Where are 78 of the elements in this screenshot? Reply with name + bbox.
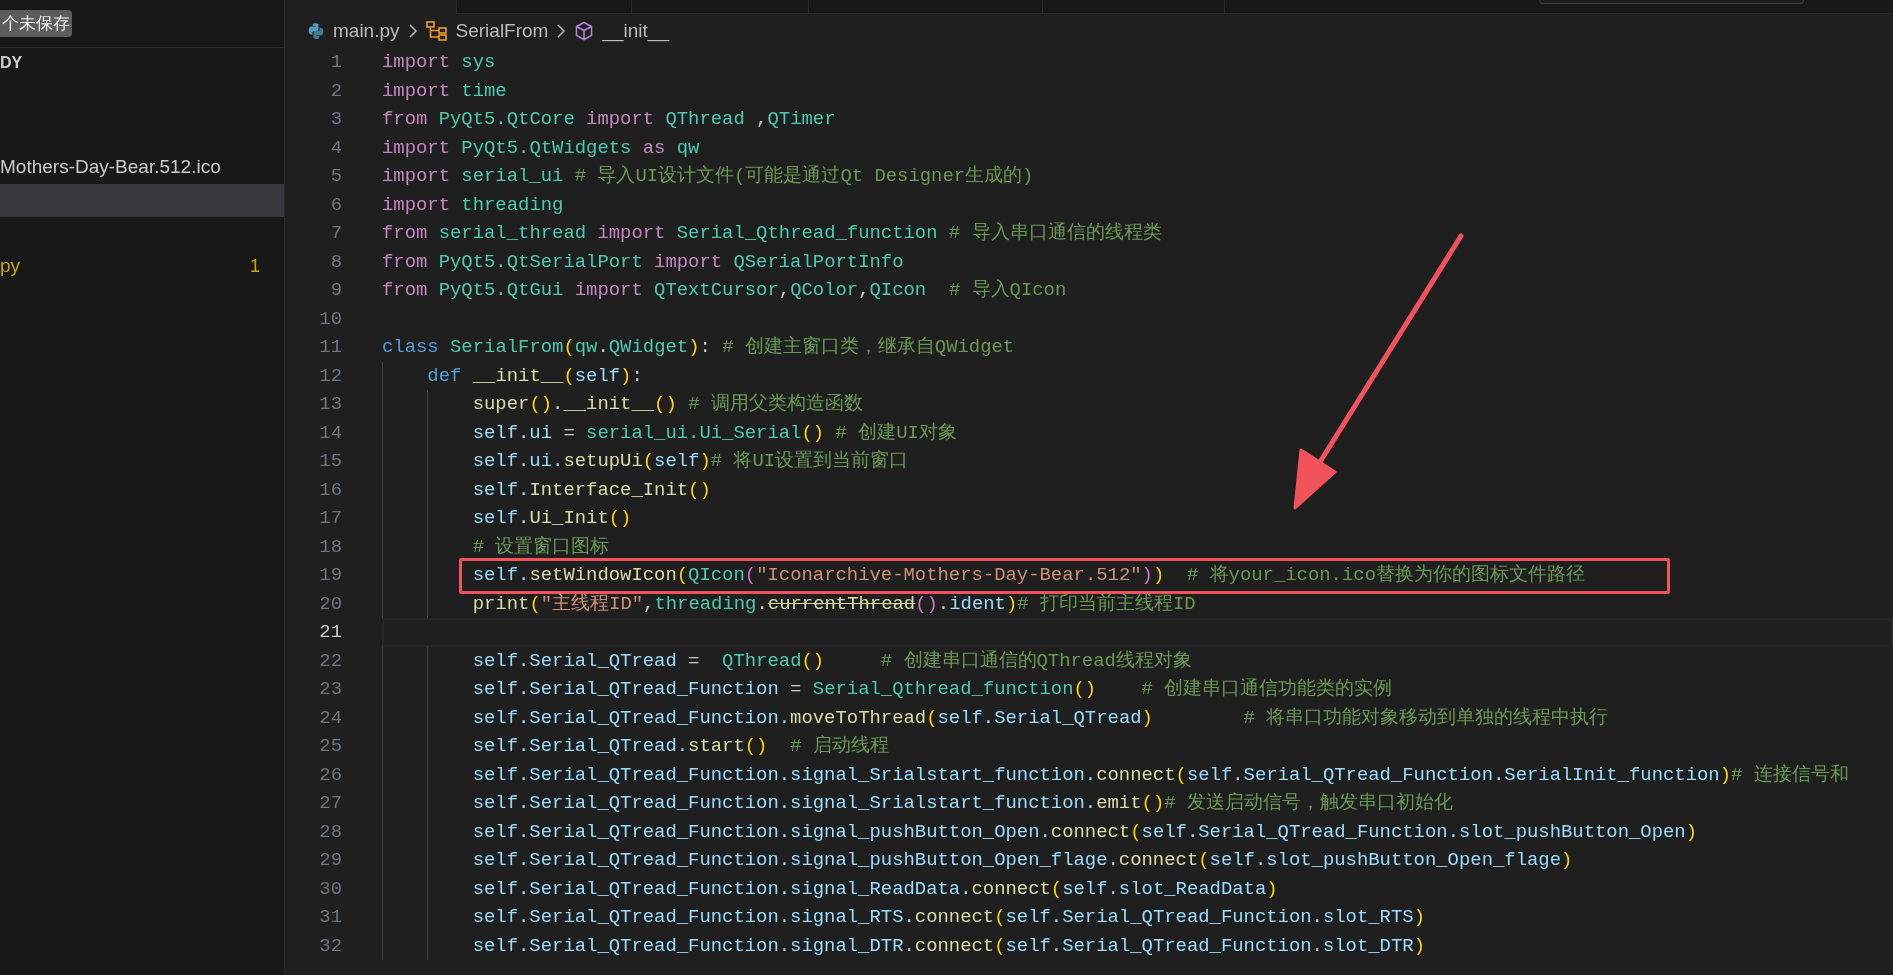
line-number: 8 — [329, 249, 342, 275]
line-number: 6 — [329, 192, 342, 218]
code-line: super().__init__() # 调用父类构造函数 — [471, 392, 863, 417]
breadcrumb-item[interactable]: __init__ — [602, 16, 669, 46]
code-line: import threading — [382, 192, 564, 218]
problem-count: 1 — [250, 255, 260, 278]
line-number: 16 — [318, 477, 342, 503]
line-number: 25 — [318, 734, 342, 760]
line-number: 17 — [318, 506, 342, 532]
chevron-right-icon — [407, 23, 418, 39]
code-line: from PyQt5.QtGui import QTextCursor,QColor,QIcon # 导入QIcon — [382, 278, 1067, 303]
code-line: import PyQt5.QtWidgets as qw — [382, 135, 700, 161]
code-line: self.Serial_QTread_Function.signal_ReadData.connect(self.slot_ReadData) — [471, 876, 1278, 902]
line-number: 1 — [329, 50, 342, 76]
line-number: 14 — [318, 420, 342, 446]
code-line: # 设置窗口图标 — [471, 534, 610, 560]
line-number: 7 — [329, 221, 342, 247]
code-line: from serial_thread import Serial_Qthread_function # 导入串口通信的线程类 — [382, 221, 1162, 246]
code-line: self.ui.setupUi(self)# 将UI设置到当前窗口 — [471, 449, 909, 474]
explorer-row[interactable] — [0, 184, 284, 217]
code-line: self.Ui_Init() — [471, 506, 632, 531]
line-number: 21 — [318, 620, 342, 646]
line-number: 20 — [318, 591, 342, 617]
section-heading[interactable]: DY — [0, 53, 23, 73]
line-number: 32 — [318, 933, 342, 959]
breadcrumb-item[interactable]: SerialFrom — [455, 16, 549, 46]
line-number: 23 — [318, 677, 342, 703]
line-number: 30 — [318, 876, 342, 902]
code-line: def __init__(self): — [426, 363, 643, 389]
explorer-row[interactable]: py 1 — [0, 250, 284, 283]
code-line: import serial_ui # 导入UI设计文件(可能是通过Qt Designer生成的) — [382, 164, 1034, 189]
line-number: 4 — [329, 135, 342, 161]
code-line: self.Serial_QTread_Function = Serial_Qthread_function() # 创建串口通信功能类的实例 — [471, 677, 1393, 702]
code-line: self.Interface_Init() — [471, 477, 711, 503]
line-number: 9 — [329, 278, 342, 304]
line-number: 31 — [318, 905, 342, 931]
line-number: 29 — [318, 848, 342, 874]
class-icon — [425, 21, 448, 41]
code-line: self.Serial_QTread_Function.signal_pushButton_Open.connect(self.Serial_QTread_Function.slot_pushButton_Open) — [471, 819, 1698, 845]
code-line: self.Serial_QTread_Function.moveToThread(self.Serial_QTread) # 将串口功能对象移动到单独的线程中执行 — [471, 705, 1609, 731]
file-name[interactable]: Mothers-Day-Bear.512.ico — [0, 153, 221, 182]
line-number: 28 — [318, 819, 342, 845]
python-icon — [307, 22, 325, 40]
code-line: from PyQt5.QtSerialPort import QSerialPortInfo — [382, 249, 904, 275]
code-line: self.Serial_QTread = QThread() # 创建串口通信的QThread线程对象 — [471, 648, 1192, 674]
code-line: self.Serial_QTread_Function.signal_Srialstart_function.connect(self.Serial_QTread_Function.SerialInit_function)# 连接信号和 — [471, 762, 1849, 788]
code-line: import sys — [382, 50, 496, 75]
code-line: self.Serial_QTread_Function.signal_pushButton_Open_flage.connect(self.slot_pushButton_Open_flage) — [471, 848, 1573, 873]
code-line: class SerialFrom(qw.QWidget): # 创建主窗口类，继承自QWidget — [382, 335, 1015, 360]
code-line: from PyQt5.QtCore import QThread ,QTimer — [382, 107, 836, 132]
line-number: 11 — [318, 335, 342, 361]
file-name[interactable]: py — [0, 252, 21, 281]
line-number: 27 — [318, 791, 342, 817]
line-number: 18 — [318, 534, 342, 560]
code-line: print("主线程ID",threading.currentThread().ident)# 打印当前主线程ID — [471, 591, 1196, 617]
code-line: self.Serial_QTread.start() # 启动线程 — [471, 734, 889, 759]
line-number: 2 — [329, 78, 342, 104]
code-line: self.Serial_QTread_Function.signal_RTS.connect(self.Serial_QTread_Function.slot_RTS) — [471, 905, 1425, 930]
line-number: 22 — [318, 648, 342, 674]
line-number: 5 — [329, 164, 342, 190]
line-number: 12 — [318, 363, 342, 389]
line-number: 19 — [318, 563, 342, 589]
unsaved-badge: 个未保存 — [0, 10, 72, 37]
line-number: 26 — [318, 762, 342, 788]
code-line: self.setWindowIcon(QIcon("Iconarchive-Mothers-Day-Bear.512")) # 将your_icon.ico替换为你的图标文件路径 — [471, 563, 1585, 588]
line-number: 24 — [318, 705, 342, 731]
line-number: 15 — [318, 449, 342, 475]
cube-icon — [574, 21, 595, 41]
line-number: 10 — [318, 306, 342, 332]
explorer-row[interactable]: Mothers-Day-Bear.512.ico — [0, 151, 284, 184]
breadcrumb-item[interactable]: main.py — [333, 16, 400, 46]
code-line: import time — [382, 78, 507, 104]
code-line: self.ui = serial_ui.Ui_Serial() # 创建UI对象 — [471, 420, 957, 446]
line-number: 13 — [318, 392, 342, 418]
code-line: self.Serial_QTread_Function.signal_DTR.connect(self.Serial_QTread_Function.slot_DTR) — [471, 933, 1425, 959]
line-number: 3 — [329, 107, 342, 133]
code-line: self.Serial_QTread_Function.signal_Srialstart_function.emit()# 发送启动信号，触发串口初始化 — [471, 791, 1453, 816]
chevron-right-icon — [556, 23, 567, 39]
